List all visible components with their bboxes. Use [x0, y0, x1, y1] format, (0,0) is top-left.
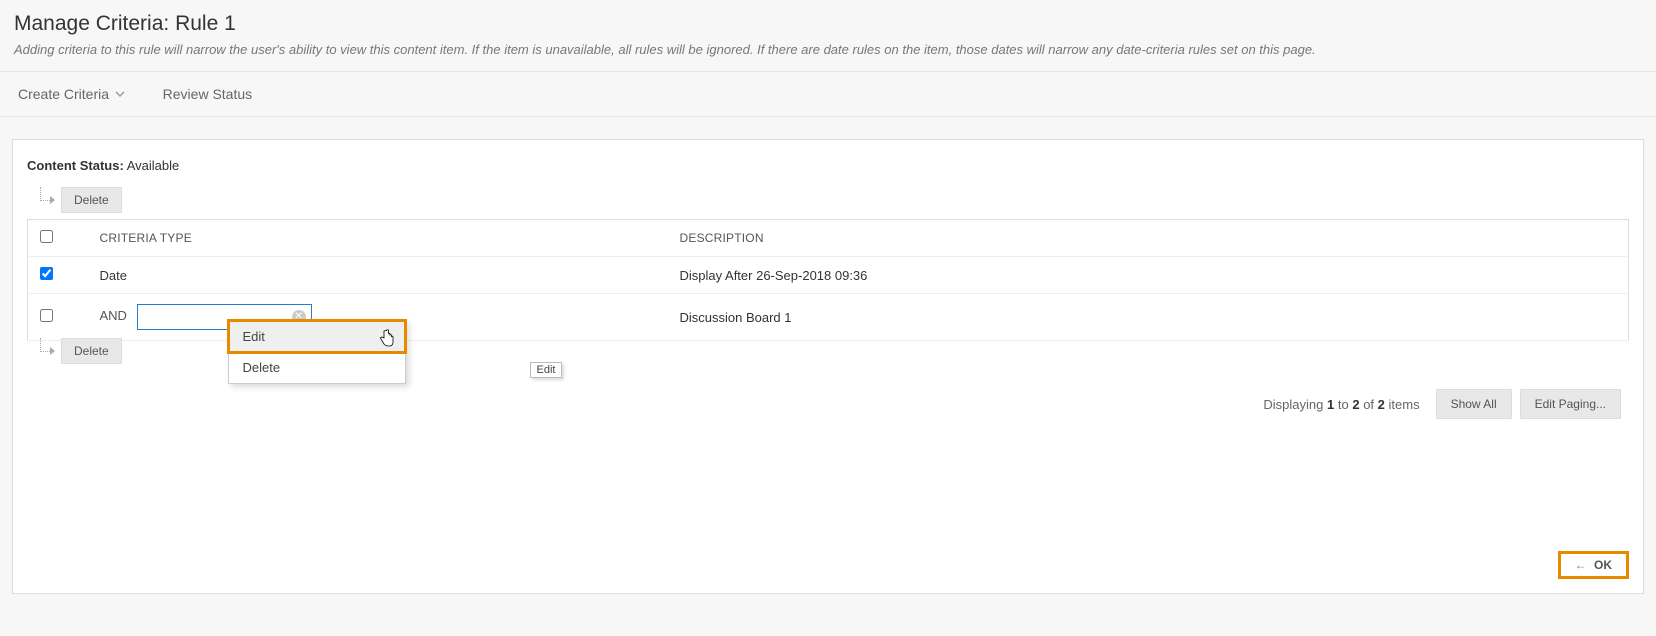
page-title: Manage Criteria: Rule 1	[14, 12, 1642, 36]
connector-arrow-icon	[37, 342, 57, 360]
criteria-type-header: CRITERIA TYPE	[88, 220, 668, 257]
review-status-link[interactable]: Review Status	[163, 86, 252, 102]
content-panel: Content Status: Available Delete CRITERI…	[12, 139, 1644, 594]
create-criteria-button[interactable]: Create Criteria	[18, 86, 125, 102]
select-all-checkbox[interactable]	[40, 230, 53, 243]
page-header: Manage Criteria: Rule 1 Adding criteria …	[0, 0, 1656, 72]
menu-item-edit[interactable]: Edit	[229, 321, 405, 352]
description-header: DESCRIPTION	[668, 220, 1629, 257]
criteria-type-value: Date	[100, 268, 127, 283]
delete-top-row: Delete	[27, 187, 1629, 213]
connector-arrow-icon	[37, 191, 57, 209]
tooltip: Edit	[530, 362, 563, 378]
paging-text: Displaying 1 to 2 of 2 items	[1263, 397, 1419, 412]
content-status: Content Status: Available	[27, 158, 1629, 173]
delete-bottom-row: Delete	[37, 338, 122, 364]
cursor-hand-icon	[379, 329, 395, 349]
content-status-value: Available	[127, 158, 180, 173]
criteria-type-cell: AND ✕ Edit	[88, 294, 668, 341]
menu-item-edit-label: Edit	[243, 329, 265, 344]
menu-item-delete[interactable]: Delete	[229, 352, 405, 383]
table-row: AND ✕ Edit	[28, 294, 1629, 341]
chevron-down-icon	[115, 91, 125, 97]
criteria-type-cell[interactable]: Date	[88, 257, 668, 294]
row-checkbox[interactable]	[40, 267, 53, 280]
create-criteria-label: Create Criteria	[18, 86, 109, 102]
row-checkbox[interactable]	[40, 309, 53, 322]
description-cell: Discussion Board 1	[668, 294, 1629, 341]
ok-button[interactable]: ← OK	[1558, 551, 1629, 579]
select-all-header	[28, 220, 88, 257]
show-all-button[interactable]: Show All	[1436, 389, 1512, 419]
menu-item-delete-label: Delete	[243, 360, 281, 375]
ok-label: OK	[1594, 558, 1612, 572]
arrow-left-icon: ←	[1575, 558, 1587, 572]
criteria-table: CRITERIA TYPE DESCRIPTION Date Display A…	[27, 219, 1629, 341]
delete-button-bottom[interactable]: Delete	[61, 338, 122, 364]
review-status-label: Review Status	[163, 86, 252, 102]
edit-paging-button[interactable]: Edit Paging...	[1520, 389, 1621, 419]
delete-button-top[interactable]: Delete	[61, 187, 122, 213]
paging-bar: Displaying 1 to 2 of 2 items Show All Ed…	[1129, 377, 1629, 419]
table-row: Date Display After 26-Sep-2018 09:36	[28, 257, 1629, 294]
and-prefix: AND	[100, 304, 127, 323]
content-status-label: Content Status:	[27, 158, 124, 173]
description-cell: Display After 26-Sep-2018 09:36	[668, 257, 1629, 294]
context-menu: Edit Delete Edit	[228, 320, 406, 384]
page-subtitle: Adding criteria to this rule will narrow…	[14, 42, 1642, 57]
toolbar: Create Criteria Review Status	[0, 72, 1656, 117]
